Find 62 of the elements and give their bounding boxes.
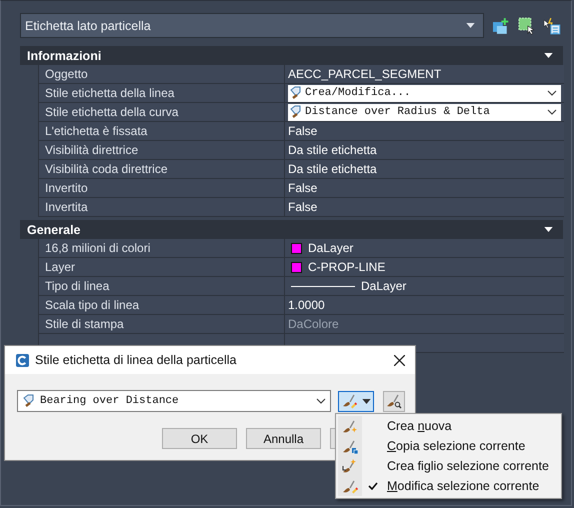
label-style-icon [289, 86, 303, 100]
style-dropdown[interactable]: Distance over Radius & Delta [288, 104, 561, 120]
chevron-icon [547, 90, 557, 96]
property-label: Layer [39, 258, 285, 276]
property-label: Visibilità direttrice [39, 141, 285, 159]
property-label: L'etichetta è fissata [39, 122, 285, 140]
select-objects-icon[interactable] [543, 16, 561, 34]
menu-item[interactable]: Copia selezione corrente [338, 436, 559, 456]
browse-style-button[interactable] [383, 390, 405, 412]
dialog-title: Stile etichetta di linea della particella [35, 353, 238, 367]
property-label: Stile etichetta della curva [39, 103, 285, 121]
caret-icon [362, 398, 371, 404]
object-type-dropdown[interactable]: Etichetta lato particella [20, 13, 484, 38]
app-icon [16, 354, 29, 366]
dialog-button[interactable]: OK [162, 428, 237, 449]
brush-pencil-icon [341, 393, 357, 409]
property-value: DaLayer [308, 240, 354, 257]
collapse-caret-icon[interactable] [544, 53, 553, 58]
close-icon[interactable] [394, 354, 405, 366]
menu-item[interactable]: Crea figlio selezione corrente [338, 456, 559, 476]
brush-icon [342, 438, 358, 454]
label-style-icon [22, 394, 36, 408]
style-dropdown[interactable]: Crea/Modifica... [288, 84, 561, 102]
add-selection-icon[interactable] [492, 16, 510, 34]
menu-item[interactable]: Modifica selezione corrente [338, 476, 559, 496]
menu-item[interactable]: Crea nuova [338, 416, 559, 436]
property-label: 16,8 milioni di colori [39, 239, 285, 257]
section-header[interactable]: Generale [20, 220, 563, 239]
property-label: Tipo di linea [39, 277, 285, 295]
style-dropdown[interactable]: Bearing over Distance [17, 390, 331, 412]
brush-magnifier-icon [386, 393, 402, 409]
property-value: Da stile etichetta [288, 161, 377, 178]
property-label: Invertito [39, 179, 285, 197]
brush-icon [342, 478, 358, 494]
property-value: DaLayer [361, 278, 406, 295]
section-title: Generale [27, 222, 82, 236]
dialog-button[interactable]: Annulla [246, 428, 321, 449]
property-label: Visibilità coda direttrice [39, 160, 285, 178]
brush-icon [342, 458, 358, 474]
property-value: C-PROP-LINE [308, 259, 386, 276]
section-title: Informazioni [27, 48, 102, 62]
brush-icon [342, 418, 358, 434]
property-value: Da stile etichetta [288, 142, 377, 159]
chevron-icon [316, 398, 326, 404]
edit-style-split-button[interactable] [338, 390, 374, 412]
chevron-icon [547, 109, 557, 115]
property-label: Invertita [39, 198, 285, 216]
property-label: Stile di stampa [39, 315, 285, 333]
property-value: DaColore [288, 316, 339, 333]
quick-select-icon[interactable] [518, 16, 536, 34]
section-header[interactable]: Informazioni [20, 46, 563, 65]
collapse-caret-icon[interactable] [544, 227, 553, 232]
caret-icon [466, 23, 475, 28]
label-style-icon [289, 105, 303, 119]
property-label: Oggetto [39, 65, 285, 83]
property-value: False [288, 180, 318, 197]
property-label: Stile etichetta della linea [39, 84, 285, 102]
property-value: 1.0000 [288, 297, 325, 314]
property-value: False [288, 123, 318, 140]
property-value: AECC_PARCEL_SEGMENT [288, 66, 442, 83]
property-value: False [288, 199, 318, 216]
property-label: Scala tipo di linea [39, 296, 285, 314]
